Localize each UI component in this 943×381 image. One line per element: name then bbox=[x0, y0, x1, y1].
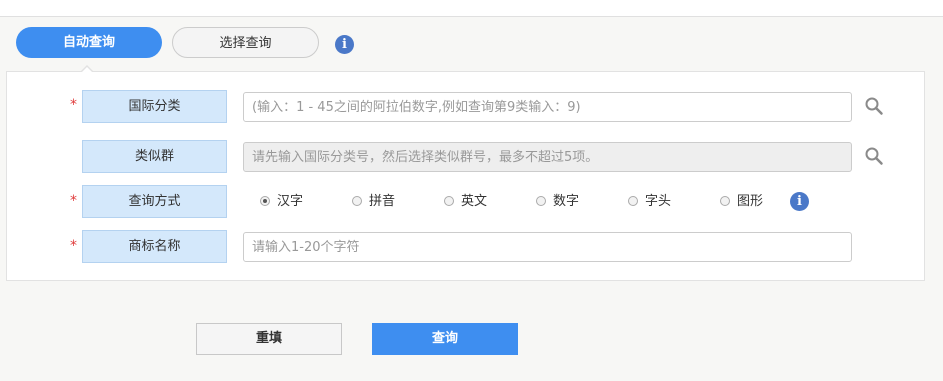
trademark-name-label: 商标名称 bbox=[82, 230, 227, 263]
required-mark: * bbox=[70, 97, 77, 113]
trademark-name-input[interactable] bbox=[243, 232, 852, 262]
intl-class-input[interactable] bbox=[243, 92, 852, 122]
similar-group-search-icon[interactable] bbox=[864, 146, 884, 166]
radio-button[interactable] bbox=[628, 196, 638, 206]
radio-button[interactable] bbox=[444, 196, 454, 206]
required-mark: * bbox=[70, 193, 77, 209]
radio-button-checked[interactable] bbox=[260, 196, 270, 206]
query-method-label: 查询方式 bbox=[82, 185, 227, 218]
radio-label: 字头 bbox=[645, 194, 672, 209]
intl-class-search-icon[interactable] bbox=[864, 96, 884, 116]
info-icon[interactable]: i bbox=[335, 35, 354, 54]
query-button[interactable]: 查询 bbox=[372, 323, 518, 355]
radio-label: 汉字 bbox=[277, 194, 304, 209]
tab-select-query[interactable]: 选择查询 bbox=[172, 27, 319, 58]
top-strip bbox=[0, 0, 943, 17]
radio-label: 英文 bbox=[461, 194, 488, 209]
radio-button[interactable] bbox=[720, 196, 730, 206]
reset-button[interactable]: 重填 bbox=[196, 323, 342, 355]
similar-group-input[interactable] bbox=[243, 142, 852, 172]
radio-label: 图形 bbox=[737, 194, 764, 209]
similar-group-label: 类似群 bbox=[82, 140, 227, 173]
query-method-info-icon[interactable]: i bbox=[790, 192, 809, 211]
radio-button[interactable] bbox=[536, 196, 546, 206]
radio-button[interactable] bbox=[352, 196, 362, 206]
radio-label: 拼音 bbox=[369, 194, 396, 209]
required-mark: * bbox=[70, 238, 77, 254]
tab-auto-query[interactable]: 自动查询 bbox=[16, 27, 162, 58]
panel-pointer-inner bbox=[81, 67, 93, 73]
radio-label: 数字 bbox=[553, 194, 580, 209]
intl-class-label: 国际分类 bbox=[82, 90, 227, 123]
